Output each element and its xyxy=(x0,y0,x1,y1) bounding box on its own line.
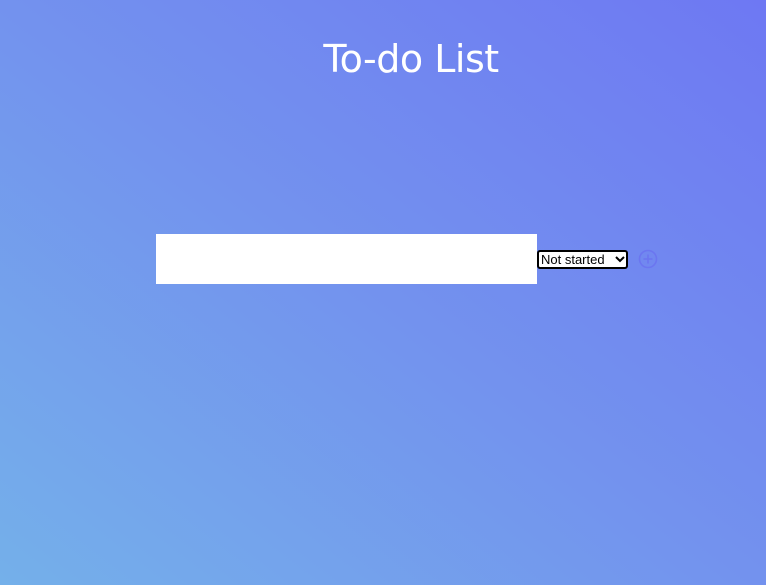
chevron-down-icon xyxy=(614,252,626,267)
add-task-button[interactable] xyxy=(638,249,658,269)
plus-circle-icon xyxy=(638,249,658,269)
task-input[interactable] xyxy=(156,234,537,284)
status-select-value: Not started xyxy=(541,252,605,267)
status-select[interactable]: Not started xyxy=(537,250,628,269)
page-title: To-do List xyxy=(323,37,499,81)
